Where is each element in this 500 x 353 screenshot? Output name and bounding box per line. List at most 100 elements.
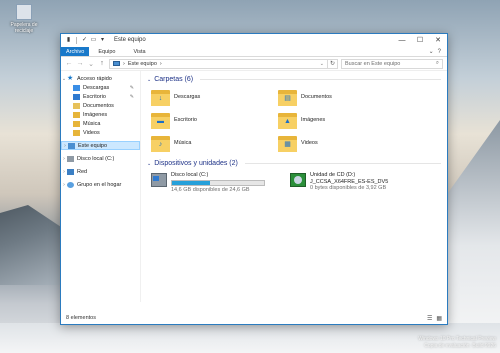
folder-tile[interactable]: ▬ Escritorio — [151, 110, 278, 130]
nav-label: Este equipo — [78, 142, 108, 149]
folder-icon: ↓ — [151, 89, 170, 106]
chevron-down-icon[interactable]: ⌄ — [147, 161, 151, 167]
group-divider — [244, 163, 441, 164]
help-icon[interactable]: ? — [438, 49, 441, 55]
address-bar[interactable]: › Este equipo › ⌄ — [109, 58, 328, 69]
folders-group-header[interactable]: ⌄ Carpetas (6) — [147, 75, 441, 84]
folder-label: Documentos — [301, 94, 332, 100]
network-icon — [67, 168, 74, 175]
nav-label: Música — [83, 120, 101, 127]
pin-icon[interactable]: ✎ — [130, 85, 134, 91]
hard-drive-icon — [67, 155, 74, 162]
folder-tile[interactable]: ▲ Imágenes — [278, 110, 405, 130]
expand-ribbon-icon[interactable]: ⌄ — [429, 48, 434, 55]
desktop-icon-label: Papelera de reciclaje — [10, 22, 38, 34]
address-separator-icon: › — [123, 60, 125, 67]
search-placeholder: Buscar en Este equipo — [345, 60, 401, 67]
nav-this-pc[interactable]: › Este equipo — [61, 141, 140, 150]
large-icons-view-icon[interactable]: ▦ — [436, 315, 442, 322]
desktop-recycle-bin[interactable]: Papelera de reciclaje — [6, 4, 42, 34]
drives-group-title: Dispositivos y unidades (2) — [154, 160, 238, 167]
close-button[interactable]: ✕ — [429, 34, 447, 47]
nav-item-documents[interactable]: Documentos — [61, 101, 140, 110]
drive-usage-fill — [172, 180, 210, 185]
folder-icon: ♪ — [151, 135, 170, 152]
drive-info: Disco local (C:) 14,6 GB disponibles de … — [171, 172, 265, 193]
nav-label: Escritorio — [83, 93, 106, 100]
address-path: Este equipo — [127, 60, 157, 67]
nav-homegroup[interactable]: › Grupo en el hogar — [61, 180, 140, 189]
customize-toolbar-icon[interactable]: ▾ — [99, 37, 106, 44]
nav-label: Red — [77, 168, 88, 175]
folder-label: Música — [174, 140, 192, 146]
pin-icon[interactable]: ✎ — [130, 94, 134, 100]
maximize-button[interactable]: ☐ — [411, 34, 429, 47]
navigation-pane: ⌄ ★ Acceso rápido Descargas ✎ Escritorio… — [61, 71, 141, 302]
group-divider — [200, 79, 441, 80]
new-folder-icon[interactable]: ▭ — [90, 37, 97, 44]
refresh-icon[interactable]: ↻ — [328, 58, 338, 69]
explorer-icon: ▮ — [66, 36, 71, 43]
tab-computer[interactable]: Equipo — [89, 47, 124, 56]
chevron-down-icon[interactable]: ⌄ — [147, 77, 151, 83]
details-view-icon[interactable]: ☰ — [427, 315, 432, 322]
folder-label: Descargas — [174, 94, 201, 100]
pictures-icon: ▲ — [284, 117, 291, 125]
nav-quick-access[interactable]: ⌄ ★ Acceso rápido — [61, 74, 140, 83]
desktop-icon: ▬ — [157, 117, 164, 125]
watermark-line-1: Windows 10 Pro Technical Preview — [418, 336, 496, 342]
nav-item-pictures[interactable]: Imágenes — [61, 110, 140, 119]
document-icon: ▤ — [284, 94, 291, 102]
drives-group-header[interactable]: ⌄ Dispositivos y unidades (2) — [147, 159, 441, 168]
title-bar[interactable]: ▮ ✓ ▭ ▾ Este equipo — ☐ ✕ — [61, 34, 447, 47]
wallpaper-mountain-right — [440, 120, 500, 330]
nav-item-desktop[interactable]: Escritorio ✎ — [61, 92, 140, 101]
view-switcher: ☰ ▦ — [427, 315, 442, 322]
nav-label: Documentos — [83, 102, 114, 109]
this-pc-icon — [113, 61, 120, 66]
toolbar-divider — [76, 36, 77, 44]
nav-label: Acceso rápido — [77, 75, 112, 82]
tab-view[interactable]: Vista — [124, 47, 154, 56]
nav-label: Disco local (C:) — [77, 155, 115, 162]
up-arrow-icon[interactable]: ↑ — [98, 60, 106, 67]
this-pc-icon — [68, 142, 75, 149]
folder-tile[interactable]: ▦ Videos — [278, 133, 405, 153]
nav-local-disk[interactable]: › Disco local (C:) — [61, 154, 140, 163]
homegroup-icon — [67, 181, 74, 188]
nav-network[interactable]: › Red — [61, 167, 140, 176]
nav-label: Descargas — [83, 84, 110, 91]
download-icon — [73, 84, 80, 91]
tab-file[interactable]: Archivo — [61, 47, 90, 56]
download-icon: ↓ — [158, 94, 163, 102]
drive-tile-local[interactable]: Disco local (C:) 14,6 GB disponibles de … — [151, 172, 278, 193]
search-input[interactable]: Buscar en Este equipo ⌕ — [341, 58, 443, 69]
item-count: 8 elementos — [66, 315, 96, 321]
address-row: ← → ⌄ ↑ › Este equipo › ⌄ ↻ Buscar en Es… — [61, 57, 447, 71]
folder-tile[interactable]: ▤ Documentos — [278, 87, 405, 107]
music-icon: ♪ — [158, 140, 163, 148]
minimize-button[interactable]: — — [393, 34, 411, 47]
nav-item-videos[interactable]: Videos — [61, 128, 140, 137]
star-icon: ★ — [67, 74, 74, 82]
drive-tile-cd[interactable]: Unidad de CD (D:) J_CCSA_X64FRE_ES-ES_DV… — [290, 172, 417, 193]
evaluation-watermark: Windows 10 Pro Technical Preview Copia d… — [418, 336, 496, 350]
address-dropdown-icon[interactable]: ⌄ — [320, 61, 324, 67]
folder-tile[interactable]: ♪ Música — [151, 133, 278, 153]
folder-icon: ▦ — [278, 135, 297, 152]
video-icon: ▦ — [284, 140, 291, 148]
drive-info: Unidad de CD (D:) J_CCSA_X64FRE_ES-ES_DV… — [310, 172, 388, 193]
drive-free-space: 14,6 GB disponibles de 24,6 GB — [171, 186, 250, 193]
nav-item-downloads[interactable]: Descargas ✎ — [61, 83, 140, 92]
back-arrow-icon[interactable]: ← — [65, 60, 73, 67]
nav-label: Videos — [83, 129, 100, 136]
folders-grid: ↓ Descargas ▤ Documentos ▬ Escritorio ▲ … — [147, 84, 441, 159]
window-controls: — ☐ ✕ — [393, 34, 447, 47]
folder-tile[interactable]: ↓ Descargas — [151, 87, 278, 107]
properties-icon[interactable]: ✓ — [81, 37, 88, 44]
hard-drive-icon — [151, 173, 167, 187]
forward-arrow-icon[interactable]: → — [76, 60, 84, 67]
nav-item-music[interactable]: Música — [61, 119, 140, 128]
drive-free-space: 0 bytes disponibles de 3,92 GB — [310, 185, 387, 191]
recent-locations-icon[interactable]: ⌄ — [87, 60, 95, 68]
